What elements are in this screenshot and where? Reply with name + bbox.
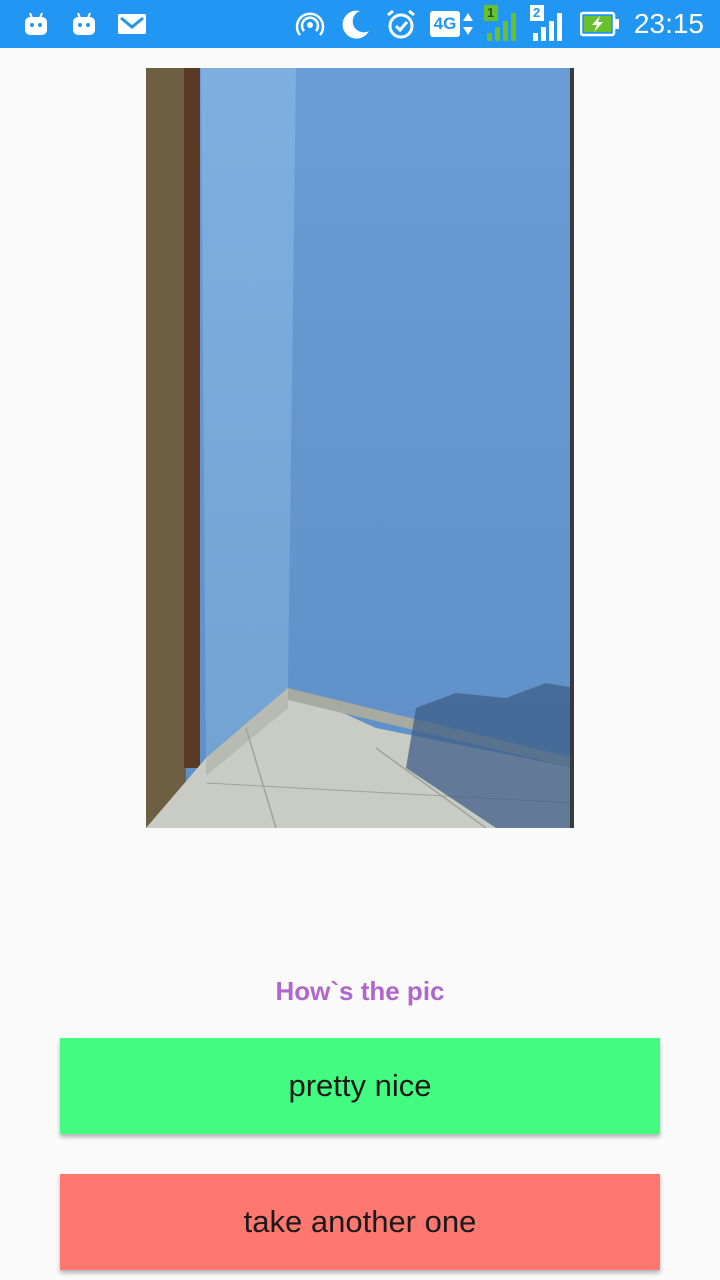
android-icon: [22, 0, 50, 48]
status-bar: 4G 1 2 23:15: [0, 0, 720, 48]
captured-photo: [146, 68, 574, 828]
signal-sim2-icon: 2: [530, 0, 568, 48]
pretty-nice-button-label: pretty nice: [288, 1068, 432, 1103]
moon-icon: [338, 0, 372, 48]
clock: 23:15: [633, 8, 704, 39]
alarm-icon: [384, 0, 418, 48]
signal-sim1-icon: 1: [484, 0, 522, 48]
battery-charging-icon: [580, 0, 620, 48]
take-another-button-label: take another one: [243, 1204, 477, 1239]
network-4g-icon: 4G: [430, 0, 474, 48]
pretty-nice-button[interactable]: pretty nice: [60, 1038, 660, 1134]
gmail-icon: [116, 0, 148, 48]
photo-review-prompt: How`s the pic: [275, 976, 445, 1006]
take-another-button[interactable]: take another one: [60, 1174, 660, 1270]
android-icon: [70, 0, 98, 48]
hotspot-icon: [294, 0, 326, 48]
